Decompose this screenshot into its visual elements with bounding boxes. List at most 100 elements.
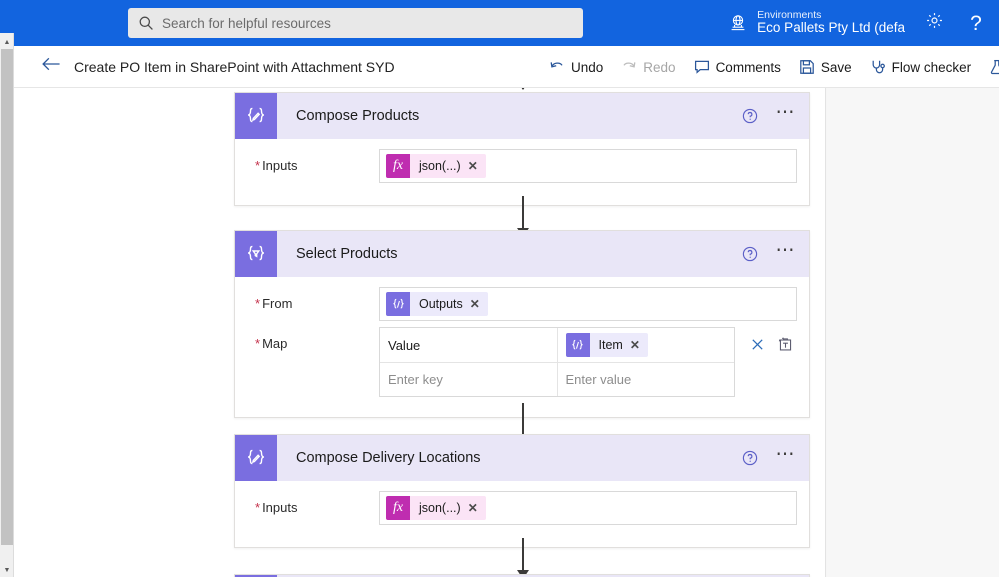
card-body: * From Outputs ✕ * Map Value Item ✕ Ente… — [235, 277, 809, 417]
help-circle-icon[interactable] — [735, 101, 765, 131]
environment-globe-icon — [728, 13, 748, 33]
question-mark-icon: ? — [970, 11, 982, 35]
stethoscope-icon — [870, 59, 886, 75]
token-remove-icon[interactable]: ✕ — [468, 159, 486, 173]
ellipsis-icon[interactable]: ⋯ — [771, 239, 801, 269]
flow-title: Create PO Item in SharePoint with Attach… — [74, 58, 395, 75]
back-button[interactable] — [34, 50, 68, 84]
back-arrow-icon — [41, 56, 61, 77]
map-row: Enter key Enter value — [380, 362, 734, 396]
comment-icon — [694, 59, 710, 75]
power-automate-flow-designer: Environments Eco Pallets Pty Ltd (defa ? — [0, 0, 999, 577]
required-asterisk: * — [255, 500, 261, 515]
expression-token-json[interactable]: fx json(...) ✕ — [386, 154, 486, 178]
undo-button[interactable]: Undo — [540, 46, 612, 88]
card-header-actions: ⋯ — [735, 231, 801, 277]
dynamic-content-icon — [386, 292, 410, 316]
inputs-field[interactable]: fx json(...) ✕ — [379, 491, 797, 525]
required-asterisk: * — [255, 296, 261, 311]
field-row-inputs: * Inputs fx json(...) ✕ — [247, 149, 797, 185]
card-header-actions: ⋯ — [735, 93, 801, 139]
map-key-placeholder[interactable]: Enter key — [380, 363, 558, 396]
flask-test-icon — [989, 59, 999, 75]
token-remove-icon[interactable]: ✕ — [630, 338, 648, 352]
dynamic-content-clipboard-icon[interactable] — [775, 334, 795, 354]
dynamic-content-icon — [565, 333, 590, 357]
token-label: Outputs — [419, 297, 463, 311]
card-title: Compose Delivery Locations — [296, 450, 481, 466]
dynamic-token-item[interactable]: Item ✕ — [565, 333, 648, 357]
designer-body: Compose Products ⋯ * Inputs fx json(...)… — [14, 88, 999, 577]
connector-arrow-top — [517, 88, 529, 90]
save-disk-icon — [799, 59, 815, 75]
search-icon — [138, 15, 154, 31]
field-row-map: * Map Value Item ✕ Enter key Enter value — [247, 327, 797, 397]
undo-label: Undo — [571, 59, 604, 75]
command-bar-actions: Undo Redo Comments Save Flow checker — [540, 46, 999, 88]
map-row: Value Item ✕ — [380, 328, 734, 362]
ellipsis-icon[interactable]: ⋯ — [771, 101, 801, 131]
token-remove-icon[interactable]: ✕ — [470, 297, 488, 311]
dynamic-token-outputs[interactable]: Outputs ✕ — [386, 292, 488, 316]
help-button[interactable]: ? — [955, 0, 997, 46]
map-key-cell[interactable]: Value — [380, 328, 558, 362]
gear-icon — [925, 11, 944, 35]
token-label: Item — [598, 338, 623, 352]
map-value-cell[interactable]: Item ✕ — [558, 328, 735, 362]
card-header-actions: ⋯ — [735, 435, 801, 481]
flow-checker-label: Flow checker — [891, 59, 972, 75]
token-label: json(...) — [419, 159, 461, 173]
map-editor: Value Item ✕ Enter key Enter value — [379, 327, 797, 397]
fx-icon: fx — [386, 154, 410, 178]
save-button[interactable]: Save — [790, 46, 861, 88]
compose-braces-pencil-icon — [235, 93, 277, 139]
map-value-placeholder[interactable]: Enter value — [558, 363, 735, 396]
inputs-field[interactable]: fx json(...) ✕ — [379, 149, 797, 183]
card-header[interactable]: Compose Products ⋯ — [235, 93, 809, 139]
help-circle-icon[interactable] — [735, 239, 765, 269]
token-label: json(...) — [419, 501, 461, 515]
connector-arrow-3 — [517, 538, 529, 577]
scrollbar-thumb[interactable] — [1, 49, 13, 545]
environment-name: Eco Pallets Pty Ltd (defa — [757, 20, 905, 36]
fx-icon: fx — [386, 496, 410, 520]
ellipsis-icon[interactable]: ⋯ — [771, 443, 801, 473]
scroll-down-arrow-icon[interactable]: ▼ — [0, 563, 14, 577]
map-grid: Value Item ✕ Enter key Enter value — [379, 327, 735, 397]
close-x-icon[interactable] — [747, 334, 767, 354]
search-input[interactable] — [162, 8, 573, 38]
window-vertical-scrollbar[interactable]: ▲ ▼ — [0, 33, 14, 577]
card-title: Compose Products — [296, 108, 420, 124]
test-button[interactable]: T — [980, 46, 999, 88]
expression-token-json[interactable]: fx json(...) ✕ — [386, 496, 486, 520]
field-label-inputs: * Inputs — [255, 158, 298, 173]
card-header[interactable]: Select Products ⋯ — [235, 231, 809, 277]
settings-button[interactable] — [913, 0, 955, 46]
global-search-box[interactable] — [128, 8, 583, 38]
flow-checker-button[interactable]: Flow checker — [861, 46, 981, 88]
redo-icon — [621, 59, 637, 75]
field-row-from: * From Outputs ✕ — [247, 287, 797, 323]
field-label-from: * From — [255, 296, 293, 311]
token-remove-icon[interactable]: ✕ — [468, 501, 486, 515]
action-card-compose-products[interactable]: Compose Products ⋯ * Inputs fx json(...)… — [234, 92, 810, 206]
action-card-select-products[interactable]: Select Products ⋯ * From Outputs ✕ * Map… — [234, 230, 810, 418]
field-label-inputs: * Inputs — [255, 500, 298, 515]
command-bar: Create PO Item in SharePoint with Attach… — [0, 46, 999, 88]
redo-button[interactable]: Redo — [612, 46, 684, 88]
comments-button[interactable]: Comments — [685, 46, 790, 88]
field-row-inputs: * Inputs fx json(...) ✕ — [247, 491, 797, 527]
field-label-map: * Map — [255, 336, 288, 351]
select-braces-filter-icon — [235, 231, 277, 277]
from-field[interactable]: Outputs ✕ — [379, 287, 797, 321]
help-circle-icon[interactable] — [735, 443, 765, 473]
card-header[interactable]: Compose Delivery Locations ⋯ — [235, 435, 809, 481]
environment-selector[interactable]: Environments Eco Pallets Pty Ltd (defa — [722, 0, 911, 46]
right-side-panel — [827, 88, 999, 577]
scroll-up-arrow-icon[interactable]: ▲ — [0, 35, 14, 49]
flow-canvas[interactable]: Compose Products ⋯ * Inputs fx json(...)… — [14, 88, 826, 577]
map-row-actions — [735, 327, 797, 361]
action-card-compose-delivery-locations[interactable]: Compose Delivery Locations ⋯ * Inputs fx… — [234, 434, 810, 548]
undo-icon — [549, 59, 565, 75]
card-title: Select Products — [296, 246, 398, 262]
